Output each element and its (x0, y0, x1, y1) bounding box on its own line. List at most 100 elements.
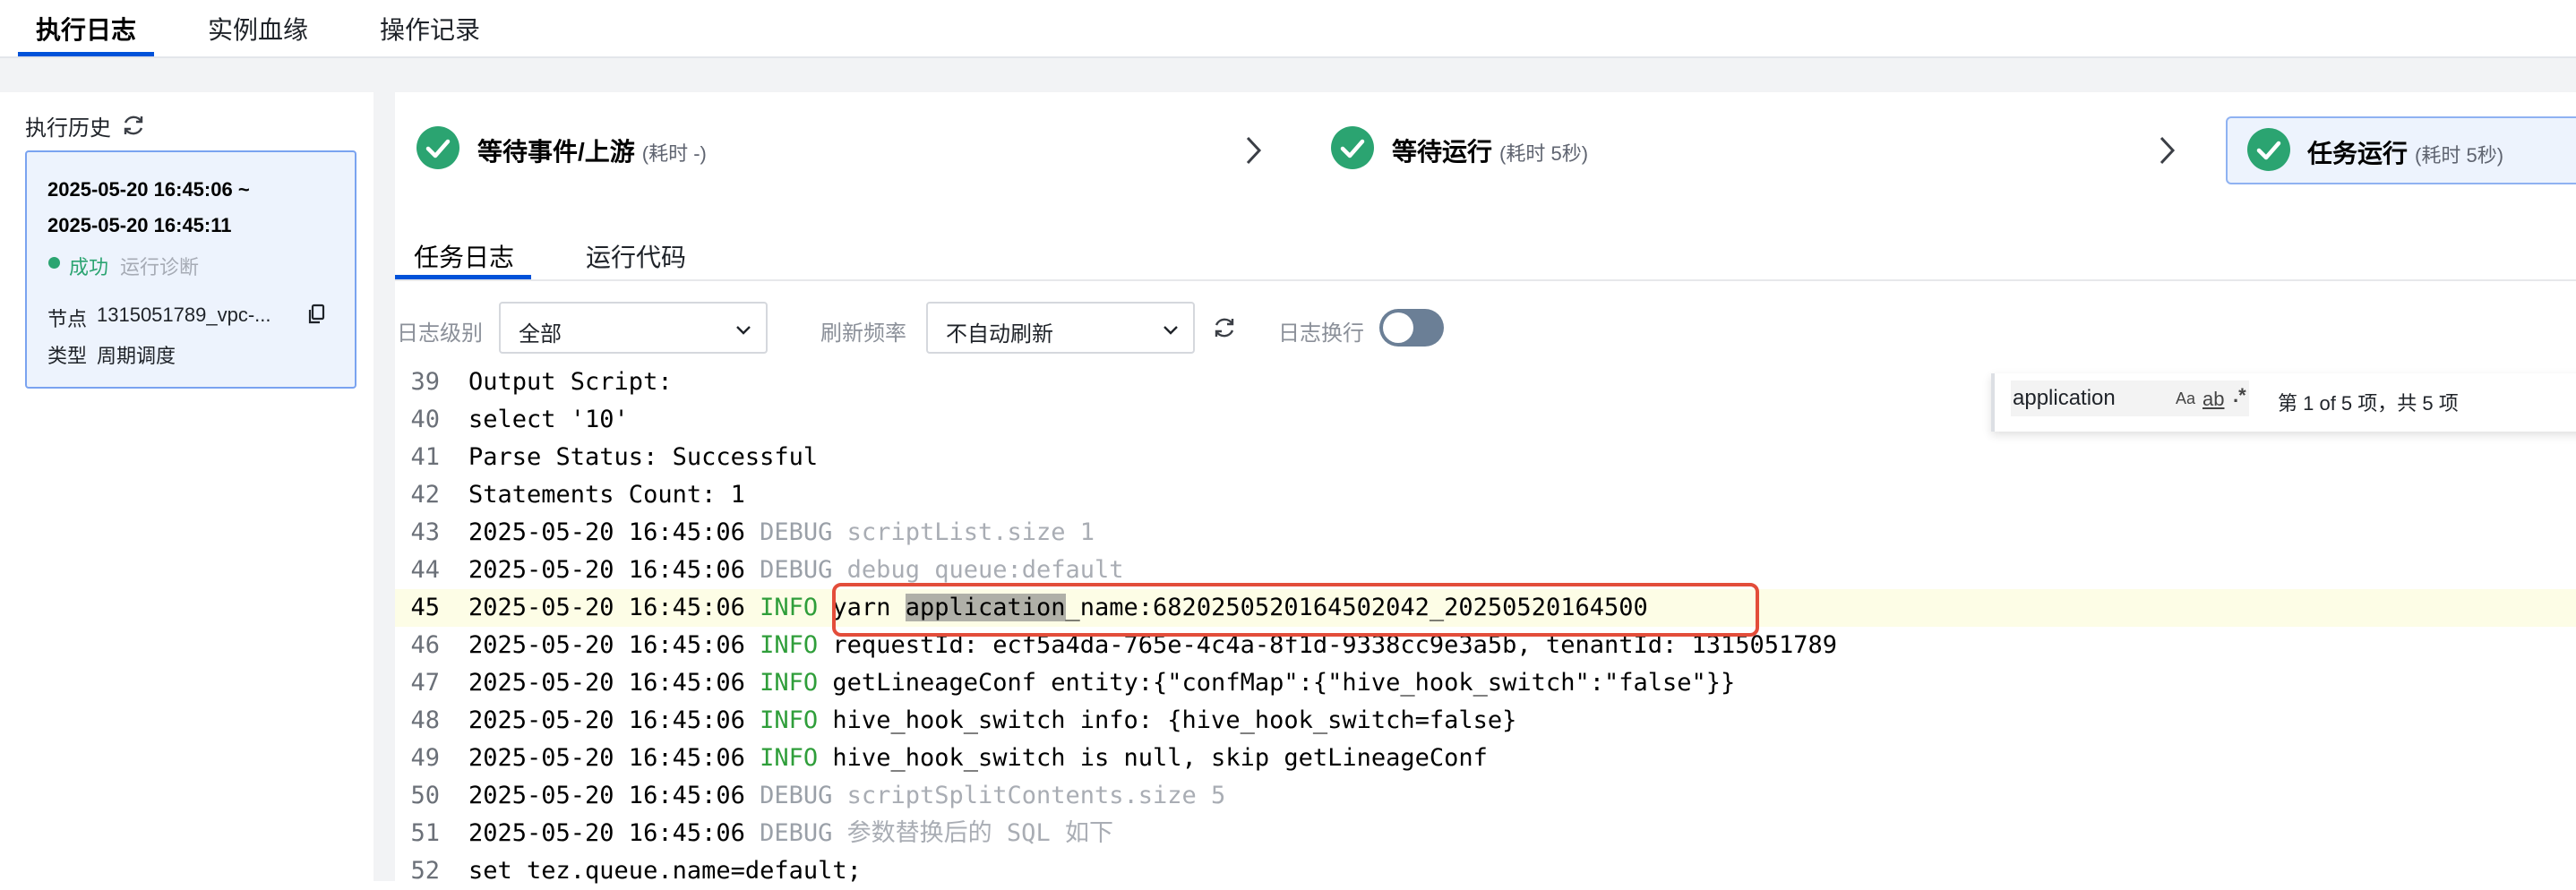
log-level: INFO (760, 631, 819, 659)
status-dot (48, 257, 60, 269)
run-diagnose-link[interactable]: 运行诊断 (120, 252, 199, 280)
log-text: 2025-05-20 16:45:06 DEBUG 参数替换后的 SQL 如下 (468, 815, 1113, 852)
chevron-down-icon (736, 326, 751, 335)
line-number: 52 (410, 857, 440, 885)
step-wait-upstream[interactable]: 等待事件/上游 (耗时 -) (477, 133, 707, 168)
line-number: 43 (410, 518, 440, 546)
status-badge: 成功 (69, 256, 109, 278)
log-line: 52 set tez.queue.name=default; (0, 852, 2150, 890)
step-1-check-icon (416, 126, 459, 169)
line-number: 48 (410, 706, 440, 734)
step-3-duration: (耗时 5秒) (2415, 144, 2504, 167)
log-timestamp: 2025-05-20 16:45:06 (468, 594, 745, 621)
log-message: getLineageConf entity:{"confMap":{"hive_… (832, 669, 1736, 697)
log-timestamp: 2025-05-20 16:45:06 (468, 744, 745, 772)
log-wrap-label: 日志换行 (1278, 321, 1364, 346)
log-line: 43 2025-05-20 16:45:06 DEBUG scriptList.s… (0, 514, 2150, 552)
line-number: 49 (410, 744, 440, 772)
log-text: 2025-05-20 16:45:06 INFO hive_hook_switc… (468, 740, 1488, 777)
node-value: 1315051789_vpc-... (97, 304, 271, 326)
step-wait-run[interactable]: 等待运行 (耗时 5秒) (1392, 133, 1588, 168)
log-message: Output Script: (468, 368, 673, 396)
header-gap (0, 58, 2576, 92)
node-label: 节点 (47, 308, 88, 330)
chevron-right-icon (2160, 136, 2176, 165)
log-message: debug queue:default (846, 556, 1124, 584)
log-line: 47 2025-05-20 16:45:06 INFO getLineageCon… (0, 664, 2150, 702)
log-message: 参数替换后的 SQL 如下 (846, 819, 1113, 847)
log-level: INFO (760, 594, 819, 621)
subtab-divider (395, 279, 2576, 281)
step-2-duration: (耗时 5秒) (1499, 142, 1589, 165)
log-message: set tez.queue.name=default; (468, 857, 862, 885)
log-message: Parse Status: Successful (468, 443, 819, 471)
log-text: Output Script: (468, 364, 673, 401)
log-level-select[interactable]: 全部 (499, 302, 768, 354)
step-2-check-icon (1331, 126, 1374, 169)
line-number: 41 (410, 443, 440, 471)
match-case-icon[interactable]: Aa (2176, 389, 2195, 408)
log-line: 40 select '10' (0, 401, 2150, 439)
log-level: DEBUG (760, 819, 833, 847)
run-time-start: 2025-05-20 16:45:06 ~ (47, 178, 250, 201)
log-text: Parse Status: Successful (468, 439, 818, 476)
log-timestamp: 2025-05-20 16:45:06 (468, 556, 745, 584)
tab-task-log[interactable]: 任务日志 (414, 238, 514, 274)
log-text: 2025-05-20 16:45:06 INFO hive_hook_switc… (468, 702, 1516, 740)
tab-execution-log[interactable]: 执行日志 (36, 11, 136, 47)
tab-instance-lineage[interactable]: 实例血缘 (208, 11, 308, 47)
history-title: 执行历史 (25, 116, 111, 141)
step-1-duration: (耗时 -) (641, 142, 707, 165)
regex-icon[interactable]: .* (2233, 384, 2246, 407)
run-time-end: 2025-05-20 16:45:11 (47, 214, 232, 236)
step-task-run[interactable]: 任务运行 (耗时 5秒) (2307, 134, 2503, 170)
log-text: select '10' (468, 401, 629, 439)
log-message: hive_hook_switch info: {hive_hook_switch… (832, 706, 1517, 734)
match-count: 第 1 of 5 项，共 5 项 (2278, 392, 2459, 415)
search-input[interactable]: application Aa ab .* (2011, 381, 2249, 416)
find-widget: application Aa ab .* 第 1 of 5 项，共 5 项 (1991, 373, 2576, 432)
line-number: 45 (410, 594, 440, 621)
log-level: INFO (760, 706, 819, 734)
toggle-knob (1383, 312, 1413, 343)
log-line: 39 Output Script: (0, 364, 2150, 401)
refresh-icon[interactable] (1211, 314, 1238, 341)
log-timestamp: 2025-05-20 16:45:06 (468, 631, 745, 659)
line-number: 51 (410, 819, 440, 847)
search-query: application (2013, 386, 2116, 410)
refresh-rate-label: 刷新频率 (820, 321, 906, 346)
top-tab-bar: 执行日志 实例血缘 操作记录 (0, 0, 2576, 58)
step-3-title: 任务运行 (2307, 140, 2409, 167)
copy-icon[interactable] (306, 304, 326, 325)
refresh-rate-select[interactable]: 不自动刷新 (926, 302, 1195, 354)
log-text: Statements Count: 1 (468, 476, 745, 514)
log-level: DEBUG (760, 782, 833, 809)
log-level: DEBUG (760, 518, 833, 546)
log-line: 48 2025-05-20 16:45:06 INFO hive_hook_swi… (0, 702, 2150, 740)
chevron-down-icon (1163, 326, 1178, 335)
log-message: Statements Count: 1 (468, 481, 745, 509)
log-text: 2025-05-20 16:45:06 DEBUG scriptSplitCon… (468, 777, 1225, 815)
log-message: hive_hook_switch is null, skip getLineag… (832, 744, 1488, 772)
whole-word-icon[interactable]: ab (2202, 388, 2224, 411)
refresh-rate-value: 不自动刷新 (946, 322, 1053, 347)
tab-operation-records[interactable]: 操作记录 (380, 11, 480, 47)
chevron-right-icon (1246, 136, 1262, 165)
step-1-title: 等待事件/上游 (477, 138, 635, 166)
line-number: 46 (410, 631, 440, 659)
line-number: 39 (410, 368, 440, 396)
line-number: 47 (410, 669, 440, 697)
annotation-box (832, 583, 1759, 637)
line-number: 44 (410, 556, 440, 584)
log-level: DEBUG (760, 556, 833, 584)
log-line: 41 Parse Status: Successful (0, 439, 2150, 476)
line-number: 42 (410, 481, 440, 509)
log-timestamp: 2025-05-20 16:45:06 (468, 782, 745, 809)
log-timestamp: 2025-05-20 16:45:06 (468, 518, 745, 546)
tab-run-code[interactable]: 运行代码 (586, 238, 686, 274)
log-message: select '10' (468, 406, 629, 433)
refresh-icon[interactable] (120, 112, 147, 139)
log-level-label: 日志级别 (397, 321, 483, 346)
log-line: 50 2025-05-20 16:45:06 DEBUG scriptSplitC… (0, 777, 2150, 815)
line-number: 50 (410, 782, 440, 809)
